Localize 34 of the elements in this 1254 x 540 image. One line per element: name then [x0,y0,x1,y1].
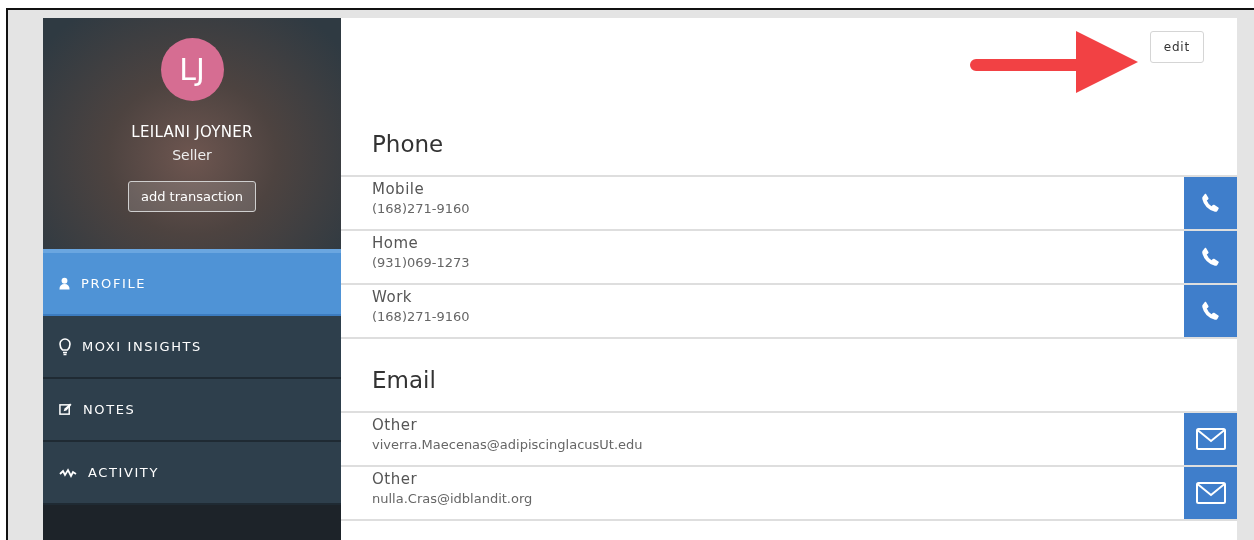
section-title: Phone [371,130,445,159]
contact-name: LEILANI JOYNER [131,123,253,141]
contact-value: (168)271-9160 [372,201,471,216]
email-button[interactable] [1184,413,1237,465]
contact-label: Other [372,416,419,434]
contact-label: Other [372,470,419,488]
edit-button[interactable]: edit [1149,31,1204,63]
nav-item[interactable]: ACTIVITY [43,442,341,505]
contact-label: Mobile [372,180,426,198]
user-icon [59,277,70,290]
phone-icon [1199,300,1222,322]
lightbulb-icon [59,337,71,356]
add-transaction-button[interactable]: add transaction [127,181,256,212]
contact-label: Work [372,288,413,306]
email-button[interactable] [1184,467,1237,519]
phone-icon [1199,246,1222,268]
contact-value: nulla.Cras@idblandit.org [372,491,534,506]
contact-label: Home [372,234,420,252]
section-title: Email [371,366,437,395]
call-button[interactable] [1184,177,1237,229]
phone-icon [1199,192,1222,214]
nav-item[interactable]: MOXI INSIGHTS [43,316,341,379]
envelope-icon [1195,428,1226,450]
nav-item[interactable]: NOTES [43,379,341,442]
contact-value: viverra.Maecenas@adipiscinglacusUt.edu [372,437,644,452]
contact-value: (168)271-9160 [372,309,471,324]
edit-note-icon [59,403,72,416]
call-button[interactable] [1184,231,1237,283]
contact-role: Seller [172,147,212,163]
contact-value: (931)069-1273 [372,255,471,270]
avatar: LJ [160,38,224,101]
call-button[interactable] [1184,285,1237,337]
envelope-icon [1195,482,1226,504]
activity-icon [59,467,77,478]
